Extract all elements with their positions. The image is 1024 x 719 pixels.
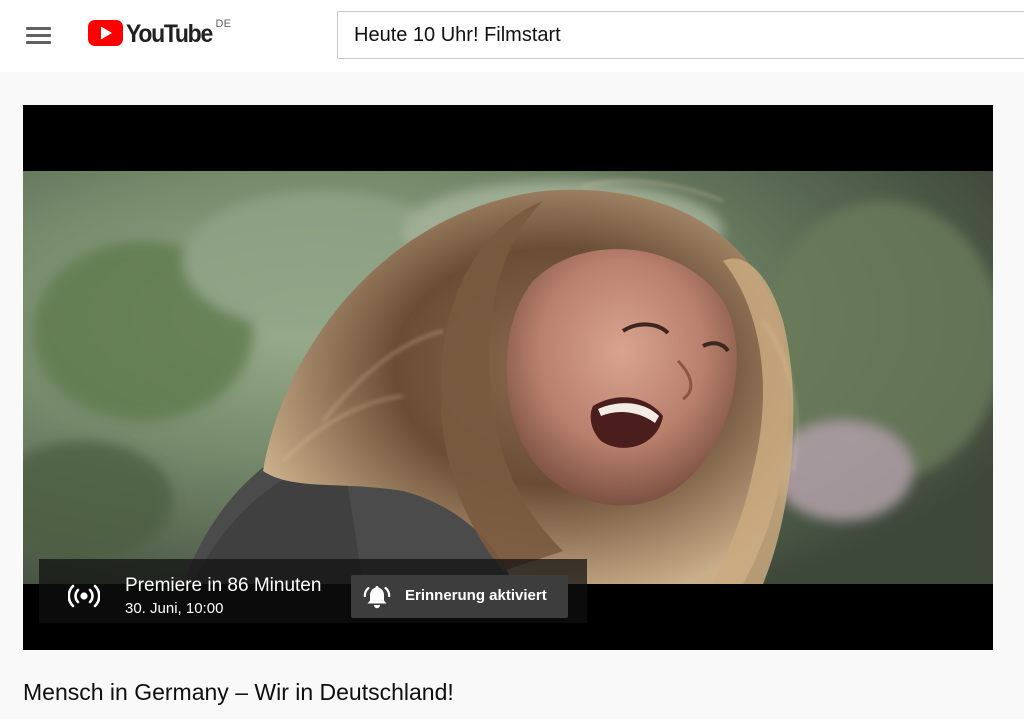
- video-player[interactable]: Premiere in 86 Minuten 30. Juni, 10:00 E…: [23, 105, 993, 650]
- youtube-play-icon: [88, 20, 123, 46]
- logo-text: YouTube: [126, 20, 213, 48]
- country-code: DE: [215, 18, 232, 30]
- premiere-countdown: Premiere in 86 Minuten: [125, 575, 322, 596]
- youtube-logo[interactable]: YouTube DE: [88, 18, 232, 50]
- live-broadcast-icon: [68, 584, 100, 608]
- video-title: Mensch in Germany – Wir in Deutschland!: [23, 679, 454, 705]
- search-input[interactable]: Heute 10 Uhr! Filmstart: [337, 11, 1024, 59]
- reminder-button[interactable]: Erinnerung aktiviert: [351, 575, 568, 618]
- reminder-label: Erinnerung aktiviert: [405, 587, 547, 604]
- search-query: Heute 10 Uhr! Filmstart: [354, 23, 561, 46]
- menu-icon[interactable]: [26, 26, 52, 46]
- video-thumbnail: [23, 171, 993, 584]
- top-bar: YouTube DE Heute 10 Uhr! Filmstart: [0, 0, 1024, 72]
- premiere-date: 30. Juni, 10:00: [125, 600, 224, 617]
- bell-icon: [363, 586, 391, 609]
